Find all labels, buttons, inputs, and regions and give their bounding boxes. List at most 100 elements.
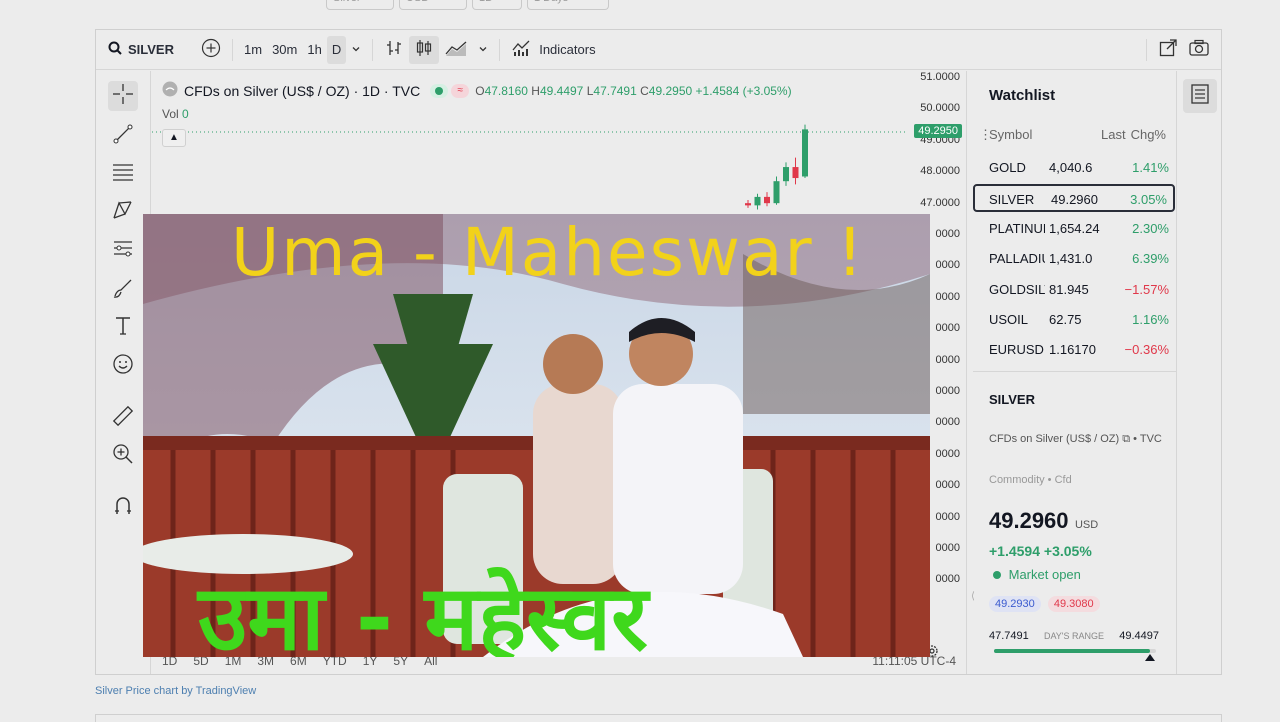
watchlist-row-goldsilver[interactable]: GOLDSILVER81.945 −1.57% xyxy=(973,276,1175,304)
text-icon xyxy=(111,314,135,343)
trend-line-tool[interactable] xyxy=(108,121,138,151)
ruler-icon xyxy=(111,404,135,433)
price-tick: 50.0000 xyxy=(920,102,960,115)
volume-label: Vol xyxy=(162,107,179,121)
low-value: 47.7491 xyxy=(593,83,637,98)
symbol-search-button[interactable]: SILVER xyxy=(96,36,196,64)
price-tick: 0000 xyxy=(935,447,960,460)
measure-tool[interactable] xyxy=(108,403,138,433)
row-symbol: GOLDSILVER xyxy=(989,281,1045,297)
timeframe-d[interactable]: D xyxy=(326,35,347,64)
candle-body xyxy=(773,181,780,204)
change-value: +1.4584 (+3.05%) xyxy=(695,83,792,98)
watchlist-title: Watchlist xyxy=(989,87,1056,104)
crosshair-tool[interactable] xyxy=(108,81,138,111)
external-link-icon xyxy=(1158,38,1178,61)
price-tick: 0000 xyxy=(935,353,960,366)
pattern-tool[interactable] xyxy=(108,197,138,227)
row-change: 1.41% xyxy=(1132,160,1169,175)
price-tick: 0000 xyxy=(935,479,960,492)
brush-tool[interactable] xyxy=(108,275,138,305)
collapse-legend-button[interactable]: ▲ xyxy=(162,129,186,147)
compare-symbol-button[interactable] xyxy=(196,36,226,64)
ohlc-values: O47.8160 H49.4497 L47.7491 C49.2950 +1.4… xyxy=(475,83,792,98)
column-chg[interactable]: Chg% xyxy=(1131,127,1166,142)
volume-value: 0 xyxy=(182,107,189,121)
bar-style-button[interactable] xyxy=(379,36,409,64)
price-tick: 47.0000 xyxy=(920,196,960,209)
open-in-new-button[interactable] xyxy=(1153,36,1183,64)
timeframe-1h[interactable]: 1h xyxy=(302,36,326,64)
emoji-tool[interactable] xyxy=(108,351,138,381)
area-chart-icon xyxy=(444,38,468,61)
forecast-tool[interactable] xyxy=(108,235,138,265)
collapse-panel-icon[interactable]: ⟨ xyxy=(971,591,975,602)
range-marker-icon xyxy=(1144,654,1155,661)
photo-caption: उमा - महेस्वर xyxy=(198,566,648,657)
top-fragment-1: Silver xyxy=(326,0,394,10)
timeframe-30m[interactable]: 30m xyxy=(267,36,302,64)
watchlist-row-platinum[interactable]: PLATINUM1,654.24 2.30% xyxy=(973,215,1175,243)
close-value: 49.2950 xyxy=(648,83,693,98)
watchlist-row-usoil[interactable]: USOIL 62.75 1.16% xyxy=(973,306,1175,334)
timeframe-1m[interactable]: 1m xyxy=(239,36,267,64)
watchlist-row-palladium[interactable]: PALLADIUM1,431.0 6.39% xyxy=(973,245,1175,273)
zoom-tool[interactable] xyxy=(108,441,138,471)
attribution-link[interactable]: Silver Price chart by TradingView xyxy=(95,685,256,697)
details-subtype-label: Cfd xyxy=(1054,474,1072,486)
external-link-icon[interactable]: ⧉ xyxy=(1122,433,1130,445)
row-change: 6.39% xyxy=(1132,251,1169,267)
symbol-details: SILVER CFDs on Silver (US$ / OZ) ⧉ • TVC… xyxy=(973,371,1176,674)
bars-icon xyxy=(384,38,404,61)
magnet-tool[interactable] xyxy=(108,493,138,523)
column-last[interactable]: Last xyxy=(1101,127,1126,142)
watchlist-row-eurusd[interactable]: EURUSD 1.16170 −0.36% xyxy=(973,336,1175,364)
price-tick: 51.0000 xyxy=(920,71,960,83)
row-symbol: USOIL xyxy=(989,312,1029,327)
price-tick: 0000 xyxy=(935,259,960,272)
trend-line-icon xyxy=(111,122,135,151)
chevron-down-icon xyxy=(351,42,361,57)
market-status-label: Market open xyxy=(1008,567,1081,582)
details-type-label: Commodity xyxy=(989,474,1045,486)
brush-icon xyxy=(111,276,135,305)
row-symbol: PALLADIUM xyxy=(989,251,1045,267)
details-change-abs: +1.4594 xyxy=(989,543,1040,559)
price-tick: 48.0000 xyxy=(920,165,960,178)
snapshot-button[interactable] xyxy=(1183,36,1215,64)
row-symbol: EURUSD xyxy=(989,342,1044,358)
details-exchange: TVC xyxy=(1139,433,1162,445)
top-fragment-4: 1 Days xyxy=(527,0,609,10)
details-price: 49.2960 xyxy=(989,508,1069,533)
top-fragment-3: 1D xyxy=(472,0,522,10)
search-icon xyxy=(108,41,122,58)
area-style-button[interactable] xyxy=(439,36,473,64)
indicators-icon xyxy=(511,38,531,61)
timeframe-dropdown[interactable] xyxy=(346,36,366,64)
details-description[interactable]: CFDs on Silver (US$ / OZ) xyxy=(989,433,1119,445)
details-currency: USD xyxy=(1074,519,1099,531)
magnet-icon xyxy=(111,494,135,523)
bid-badge: 49.2930 xyxy=(989,596,1041,612)
candles-icon xyxy=(414,38,434,61)
candle-style-button[interactable] xyxy=(409,35,440,64)
candle-body xyxy=(745,203,751,206)
chart-style-dropdown[interactable] xyxy=(473,36,493,64)
chart-title: CFDs on Silver (US$ / OZ) · 1D · TVC xyxy=(184,82,421,99)
watchlist-row-gold[interactable]: GOLD 4,040.6 1.41% xyxy=(973,154,1175,182)
days-range: 47.7491 DAY'S RANGE 49.4497 xyxy=(989,630,1159,642)
row-change: −1.57% xyxy=(1124,281,1169,297)
row-symbol: PLATINUM xyxy=(989,220,1045,236)
text-tool[interactable] xyxy=(108,313,138,343)
row-symbol: GOLD xyxy=(989,160,1026,175)
bid-ask: 49.2930 49.3080 xyxy=(989,596,1100,612)
fib-retracement-tool[interactable] xyxy=(108,159,138,189)
watchlist-row-silver[interactable]: SILVER 49.2960 3.05% xyxy=(973,184,1175,213)
overlay-photo: Uma - Maheswar ! उमा - महेस्वर xyxy=(143,214,930,657)
price-tick: 0000 xyxy=(935,416,960,429)
ask-badge: 49.3080 xyxy=(1047,596,1100,612)
column-symbol[interactable]: Symbol xyxy=(989,127,1037,142)
indicators-button[interactable]: Indicators xyxy=(506,36,600,64)
watchlist-toggle-button[interactable] xyxy=(1183,79,1217,113)
range-high: 49.4497 xyxy=(1119,630,1159,642)
